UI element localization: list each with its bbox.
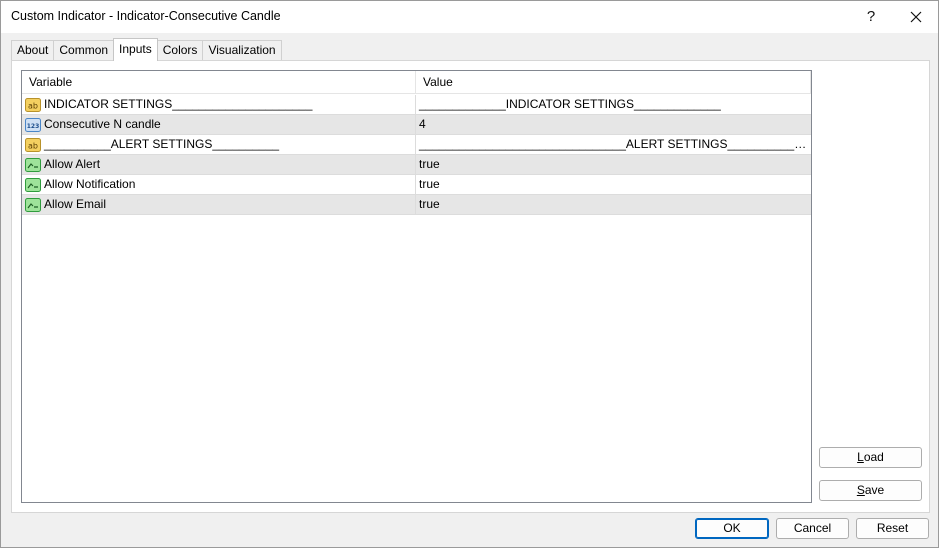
- variable-name: Allow Alert: [44, 157, 101, 171]
- tab-about[interactable]: About: [11, 40, 55, 61]
- integer-123-icon: 123: [25, 117, 41, 133]
- variable-name: INDICATOR SETTINGS_____________________: [44, 97, 313, 111]
- variable-name: Consecutive N candle: [44, 117, 161, 131]
- window-title: Custom Indicator - Indicator-Consecutive…: [11, 9, 281, 23]
- inputs-grid: Variable Value ab INDICATOR SETTINGS____…: [21, 70, 812, 503]
- variable-name: Allow Notification: [44, 177, 136, 191]
- table-row[interactable]: Allow Notification true: [22, 175, 811, 195]
- save-label: ave: [864, 483, 885, 497]
- variable-cell: Allow Email: [22, 195, 416, 214]
- table-row[interactable]: ab __________ALERT SETTINGS__________ __…: [22, 135, 811, 155]
- table-row[interactable]: Allow Email true: [22, 195, 811, 215]
- dialog-window: Custom Indicator - Indicator-Consecutive…: [0, 0, 939, 548]
- grid-header: Variable Value: [22, 71, 811, 94]
- load-mnemonic: L: [857, 450, 864, 464]
- table-row[interactable]: Allow Alert true: [22, 155, 811, 175]
- variable-name: __________ALERT SETTINGS__________: [44, 137, 280, 151]
- help-icon: ?: [866, 8, 876, 25]
- variable-cell: 123 Consecutive N candle: [22, 115, 416, 134]
- column-header-value[interactable]: Value: [416, 71, 811, 94]
- variable-cell: ab __________ALERT SETTINGS__________: [22, 135, 416, 154]
- variable-name: Allow Email: [44, 197, 107, 211]
- column-header-variable[interactable]: Variable: [22, 71, 416, 94]
- ok-button[interactable]: OK: [695, 518, 769, 539]
- save-button[interactable]: Save: [819, 480, 922, 501]
- tab-common[interactable]: Common: [53, 40, 115, 61]
- grid-rows: ab INDICATOR SETTINGS___________________…: [22, 95, 811, 215]
- svg-text:123: 123: [27, 122, 40, 129]
- title-bar: Custom Indicator - Indicator-Consecutive…: [1, 1, 938, 33]
- svg-text:ab: ab: [28, 141, 38, 150]
- close-button[interactable]: [894, 1, 938, 32]
- save-mnemonic: S: [856, 483, 865, 497]
- value-cell[interactable]: _______________________________ALERT SET…: [416, 135, 811, 154]
- value-cell[interactable]: true: [416, 175, 811, 194]
- value-cell[interactable]: true: [416, 195, 811, 214]
- boolean-toggle-icon: [25, 177, 41, 193]
- inputs-tab-panel: Variable Value ab INDICATOR SETTINGS____…: [11, 60, 930, 513]
- help-button[interactable]: ?: [849, 1, 893, 32]
- boolean-toggle-icon: [25, 157, 41, 173]
- load-button[interactable]: Load: [819, 447, 922, 468]
- close-icon: [910, 11, 922, 22]
- value-cell[interactable]: 4: [416, 115, 811, 134]
- variable-cell: Allow Notification: [22, 175, 416, 194]
- boolean-toggle-icon: [25, 197, 41, 213]
- table-row[interactable]: ab INDICATOR SETTINGS___________________…: [22, 95, 811, 115]
- value-cell[interactable]: _____________INDICATOR SETTINGS_________…: [416, 95, 811, 114]
- load-label: oad: [863, 450, 884, 464]
- variable-cell: Allow Alert: [22, 155, 416, 174]
- string-ab-icon: ab: [25, 137, 41, 153]
- tab-strip: About Common Inputs Colors Visualization: [11, 38, 282, 61]
- variable-cell: ab INDICATOR SETTINGS___________________…: [22, 95, 416, 114]
- tab-visualization[interactable]: Visualization: [202, 40, 282, 61]
- value-cell[interactable]: true: [416, 155, 811, 174]
- svg-text:ab: ab: [28, 101, 38, 110]
- string-ab-icon: ab: [25, 97, 41, 113]
- reset-button[interactable]: Reset: [856, 518, 929, 539]
- tab-colors[interactable]: Colors: [156, 40, 204, 61]
- cancel-button[interactable]: Cancel: [776, 518, 849, 539]
- tab-inputs[interactable]: Inputs: [113, 38, 158, 61]
- table-row[interactable]: 123 Consecutive N candle 4: [22, 115, 811, 135]
